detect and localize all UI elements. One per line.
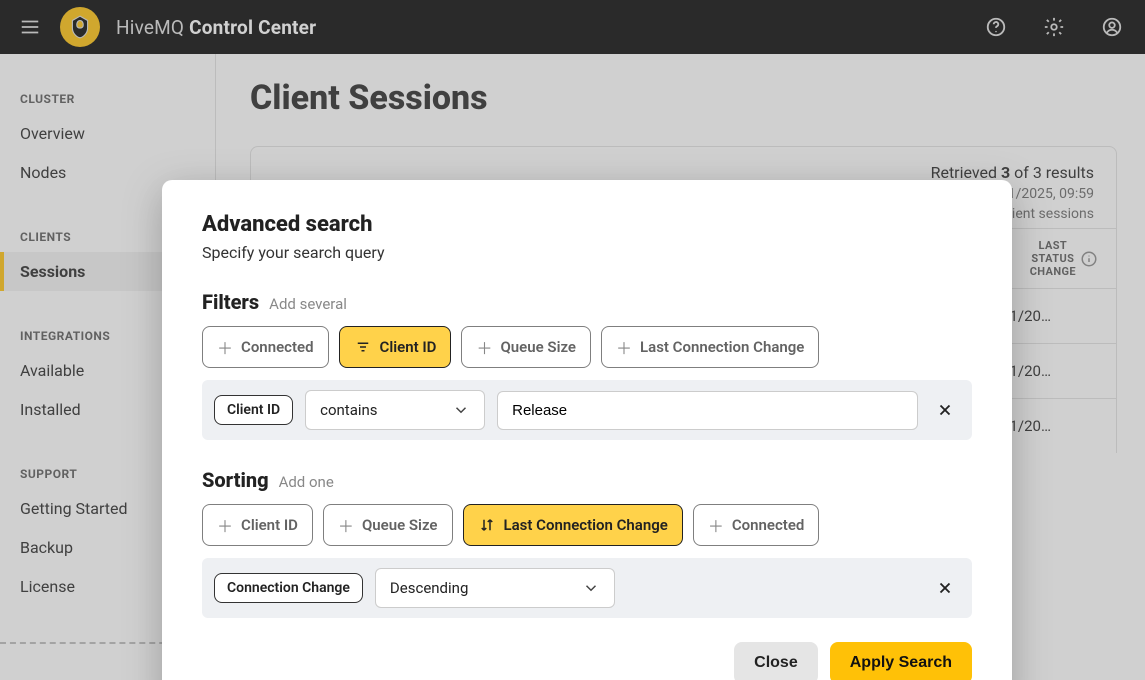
chevron-down-icon [582, 579, 600, 597]
sort-chip-queue-size[interactable]: ＋ Queue Size [323, 504, 453, 546]
sort-direction-select[interactable]: Descending [375, 568, 615, 608]
filter-row-client-id: Client ID contains [202, 380, 972, 440]
sort-row-connection-change: Connection Change Descending [202, 558, 972, 618]
filters-hint: Add several [269, 295, 347, 313]
plus-icon: ＋ [217, 335, 233, 359]
sort-chip-last-connection-change[interactable]: Last Connection Change [463, 504, 683, 546]
close-icon [936, 579, 954, 597]
filter-chip-connected[interactable]: ＋ Connected [202, 326, 329, 368]
plus-icon: ＋ [708, 513, 724, 537]
plus-icon: ＋ [338, 513, 354, 537]
filters-title: Filters [202, 290, 259, 314]
filter-badge: Client ID [214, 395, 293, 425]
filter-chip-client-id[interactable]: Client ID [339, 326, 452, 368]
sorting-title: Sorting [202, 468, 269, 492]
filter-chip-queue-size[interactable]: ＋ Queue Size [461, 326, 591, 368]
close-button[interactable]: Close [734, 642, 818, 680]
modal-subtitle: Specify your search query [202, 243, 972, 262]
filter-chip-last-connection-change[interactable]: ＋ Last Connection Change [601, 326, 819, 368]
sorting-hint: Add one [279, 473, 334, 491]
close-icon [936, 401, 954, 419]
remove-filter-button[interactable] [930, 395, 960, 425]
sort-chip-connected[interactable]: ＋ Connected [693, 504, 820, 546]
remove-sort-button[interactable] [930, 573, 960, 603]
filter-value-input[interactable] [497, 391, 918, 430]
plus-icon: ＋ [616, 335, 632, 359]
chevron-down-icon [452, 401, 470, 419]
modal-title: Advanced search [202, 212, 972, 237]
sort-badge: Connection Change [214, 573, 363, 603]
advanced-search-modal: Advanced search Specify your search quer… [162, 180, 1012, 680]
sort-chip-client-id[interactable]: ＋ Client ID [202, 504, 313, 546]
plus-icon: ＋ [476, 335, 492, 359]
plus-icon: ＋ [217, 513, 233, 537]
apply-search-button[interactable]: Apply Search [830, 642, 972, 680]
funnel-icon [354, 338, 372, 356]
sort-icon [478, 516, 496, 534]
filter-operator-select[interactable]: contains [305, 390, 485, 430]
